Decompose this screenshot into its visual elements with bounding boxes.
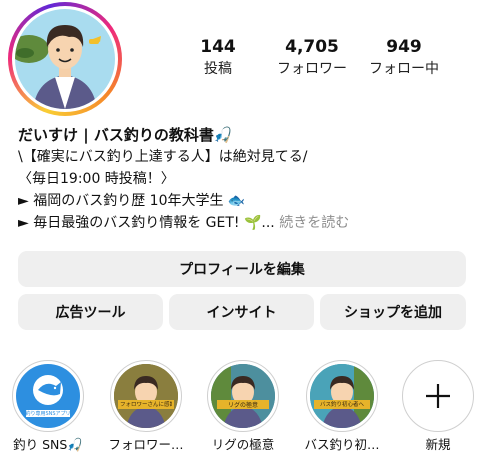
highlight-cover: バス釣り初心者へ <box>310 364 374 428</box>
highlight-label: バス釣り初… <box>304 437 380 452</box>
highlight-label: フォロワー… <box>108 437 184 452</box>
bio-line-4: ► 毎日最強のバス釣り情報を GET! 🌱... <box>18 215 275 231</box>
highlight-label: 釣り SNS🎣 <box>13 437 83 452</box>
bio-line-2: 〈毎日19:00 時投稿！〉 <box>18 171 175 187</box>
profile-avatar[interactable] <box>15 9 115 109</box>
stat-followers[interactable]: 4,705 フォロワー <box>262 37 362 79</box>
bio-line-4-wrap: ► 毎日最強のバス釣り情報を GET! 🌱... 続きを読む <box>18 212 478 234</box>
add-shop-button[interactable]: ショップを追加 <box>320 294 466 330</box>
plus-icon <box>426 384 450 408</box>
profile-header: 144 投稿 4,705 フォロワー 949 フォロー中 <box>0 0 485 120</box>
read-more-link[interactable]: 続きを読む <box>279 215 349 231</box>
bio-line-3: ► 福岡のバス釣り歴 10年大学生 🐟 <box>18 193 246 209</box>
highlight-cover: リグの極意 <box>211 364 275 428</box>
highlight-cover-text: リグの極意 <box>227 402 258 409</box>
person-illustration-icon <box>114 364 178 428</box>
highlight-label: リグの極意 <box>211 437 275 452</box>
stat-posts[interactable]: 144 投稿 <box>168 37 268 79</box>
avatar-illustration-icon <box>15 9 115 109</box>
story-ring[interactable] <box>8 2 122 116</box>
highlight-cover-text: バス釣り初心者へ <box>319 402 364 408</box>
highlight-beginners[interactable]: バス釣り初心者へ バス釣り初… <box>304 360 380 454</box>
highlight-cover-text: フォロワーさんに感謝 <box>120 402 172 408</box>
following-label: フォロー中 <box>369 61 439 77</box>
person-illustration-icon <box>310 364 374 428</box>
edit-profile-button[interactable]: プロフィールを編集 <box>18 251 466 287</box>
highlight-followers[interactable]: フォロワーさんに感謝 フォロワー… <box>108 360 184 454</box>
highlight-cover-text: 釣り専用SNSアプリ <box>25 411 71 417</box>
new-highlight-button[interactable] <box>402 360 474 432</box>
person-illustration-icon <box>211 364 275 428</box>
highlight-new[interactable]: 新規 <box>400 360 476 454</box>
profile-name: だいすけ | バス釣りの教科書🎣 <box>18 126 233 144</box>
highlight-rig[interactable]: リグの極意 リグの極意 <box>205 360 281 454</box>
posts-count: 144 <box>200 37 236 57</box>
stat-following[interactable]: 949 フォロー中 <box>354 37 454 79</box>
ad-tools-button[interactable]: 広告ツール <box>18 294 163 330</box>
fish-hook-icon <box>26 375 70 417</box>
followers-label: フォロワー <box>277 61 347 77</box>
followers-count: 4,705 <box>285 37 339 57</box>
highlight-label: 新規 <box>425 437 451 452</box>
highlight-cover: 釣り専用SNSアプリ <box>16 364 80 428</box>
highlight-cover: フォロワーさんに感謝 <box>114 364 178 428</box>
insights-button[interactable]: インサイト <box>169 294 314 330</box>
highlight-fishing-sns[interactable]: 釣り専用SNSアプリ 釣り SNS🎣 <box>10 360 86 454</box>
posts-label: 投稿 <box>204 61 232 77</box>
following-count: 949 <box>386 37 422 57</box>
profile-bio: だいすけ | バス釣りの教科書🎣 \【確実にバス釣り上達する人】は絶対見てる/ … <box>18 124 478 234</box>
bio-line-1: \【確実にバス釣り上達する人】は絶対見てる/ <box>18 149 308 165</box>
